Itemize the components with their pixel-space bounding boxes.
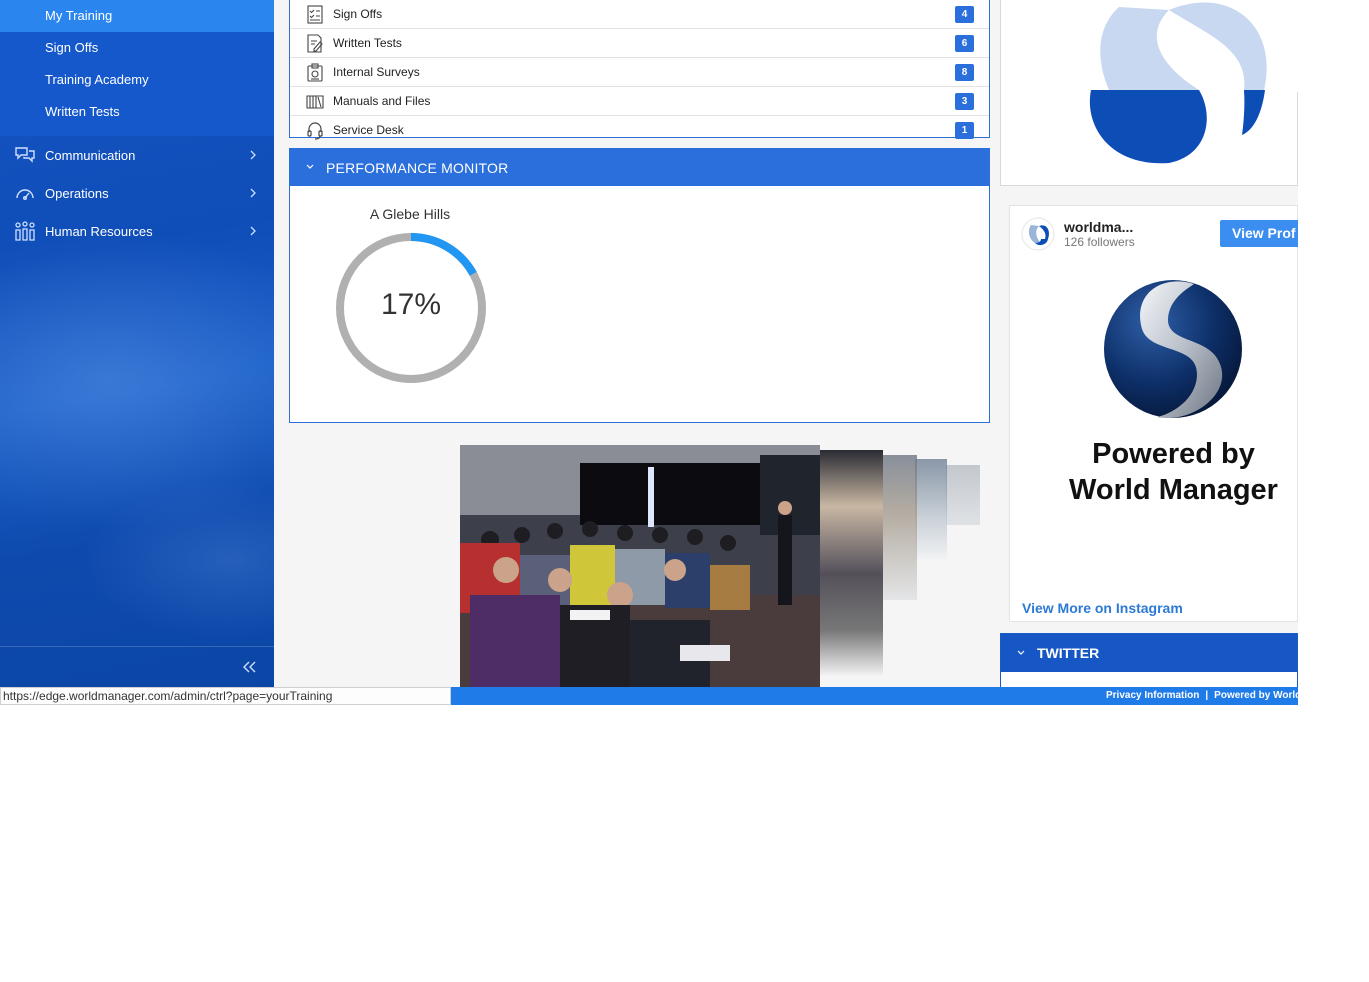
app-window: My Training Sign Offs Training Academy W… bbox=[0, 0, 1298, 705]
clipboard-icon bbox=[307, 63, 323, 82]
gauge-value: 17% bbox=[380, 288, 442, 321]
privacy-link[interactable]: Privacy Information bbox=[1106, 690, 1199, 701]
chevron-right-icon bbox=[250, 150, 256, 160]
footer: Privacy Information | Powered by World M bbox=[451, 687, 1298, 705]
books-icon bbox=[306, 95, 324, 109]
chat-bubbles-icon bbox=[15, 147, 35, 163]
double-chevron-left-icon[interactable] bbox=[240, 659, 258, 675]
speedometer-icon bbox=[16, 189, 34, 200]
performance-monitor-panel: PERFORMANCE MONITOR A Glebe Hills 17% bbox=[289, 148, 990, 423]
powered-line-2: World Manager bbox=[1069, 474, 1278, 506]
sidebar-item-label: Human Resources bbox=[45, 223, 153, 239]
sidebar-item-sign-offs[interactable]: Sign Offs bbox=[0, 32, 274, 64]
count-badge: 3 bbox=[955, 93, 974, 110]
view-profile-button[interactable]: View Prof bbox=[1220, 220, 1298, 247]
link-label: Manuals and Files bbox=[333, 94, 431, 108]
follower-count: 126 followers bbox=[1064, 235, 1135, 249]
sidebar-item-written-tests[interactable]: Written Tests bbox=[0, 96, 274, 128]
count-badge: 6 bbox=[955, 35, 974, 52]
view-more-instagram-link[interactable]: View More on Instagram bbox=[1022, 600, 1183, 616]
link-row-internal-surveys[interactable]: Internal Surveys 8 bbox=[290, 58, 989, 87]
link-label: Internal Surveys bbox=[333, 65, 420, 79]
count-badge: 1 bbox=[955, 122, 974, 139]
checklist-icon bbox=[307, 5, 323, 24]
powered-line-1: Powered by bbox=[1092, 438, 1255, 470]
count-badge: 4 bbox=[955, 6, 974, 23]
carousel-thumb bbox=[883, 455, 917, 600]
link-row-written-tests[interactable]: Written Tests 6 bbox=[290, 29, 989, 58]
sidebar: My Training Sign Offs Training Academy W… bbox=[0, 0, 274, 705]
headset-icon bbox=[307, 122, 323, 140]
sidebar-item-human-resources[interactable]: Human Resources bbox=[0, 212, 274, 250]
link-row-sign-offs[interactable]: Sign Offs 4 bbox=[290, 0, 989, 29]
browser-status-url: https://edge.worldmanager.com/admin/ctrl… bbox=[0, 687, 451, 705]
performance-monitor-header[interactable]: PERFORMANCE MONITOR bbox=[290, 149, 989, 186]
store-name: A Glebe Hills bbox=[369, 206, 451, 222]
count-badge: 8 bbox=[955, 64, 974, 81]
link-label: Service Desk bbox=[333, 123, 404, 137]
link-label: Written Tests bbox=[333, 36, 402, 50]
chevron-down-icon bbox=[306, 164, 314, 169]
brand-logo-card bbox=[1000, 0, 1298, 186]
sidebar-item-operations[interactable]: Operations bbox=[0, 174, 274, 212]
powered-by-link[interactable]: Powered by World M bbox=[1214, 690, 1298, 701]
sidebar-item-label: Operations bbox=[45, 185, 109, 201]
sidebar-item-training-academy[interactable]: Training Academy bbox=[0, 64, 274, 96]
sidebar-collapse-bar bbox=[0, 646, 274, 687]
twitter-header[interactable]: TWITTER bbox=[1001, 634, 1297, 672]
carousel-thumb bbox=[915, 459, 947, 559]
panel-title: TWITTER bbox=[1037, 645, 1100, 661]
carousel-thumb bbox=[946, 465, 980, 525]
sidebar-item-label: Communication bbox=[45, 147, 136, 163]
pencil-document-icon bbox=[307, 34, 323, 53]
link-row-service-desk[interactable]: Service Desk 1 bbox=[290, 116, 989, 145]
link-row-manuals-and-files[interactable]: Manuals and Files 3 bbox=[290, 87, 989, 116]
instagram-username[interactable]: worldma... bbox=[1064, 219, 1133, 235]
chevron-down-icon bbox=[1017, 650, 1025, 655]
photo-carousel[interactable] bbox=[460, 445, 980, 687]
powered-by-text: Powered by World Manager bbox=[1010, 436, 1298, 508]
twitter-panel: TWITTER bbox=[1000, 633, 1298, 693]
training-submenu: My Training Sign Offs Training Academy W… bbox=[0, 0, 274, 136]
chevron-right-icon bbox=[250, 188, 256, 198]
footer-separator: | bbox=[1205, 690, 1209, 701]
link-label: Sign Offs bbox=[333, 7, 383, 21]
seminar-photo bbox=[460, 445, 820, 687]
world-manager-logo bbox=[1049, 0, 1298, 164]
people-icon bbox=[15, 221, 35, 241]
instagram-card: worldma... 126 followers View Prof Power… bbox=[1009, 205, 1298, 622]
avatar[interactable] bbox=[1021, 217, 1055, 251]
sidebar-item-communication[interactable]: Communication bbox=[0, 136, 274, 174]
carousel-thumb bbox=[820, 450, 883, 675]
world-manager-sphere-logo bbox=[1104, 280, 1242, 419]
sidebar-item-my-training[interactable]: My Training bbox=[0, 0, 274, 32]
quick-links-panel: Sign Offs 4 Written Tests 6 Internal Sur… bbox=[289, 0, 990, 140]
chevron-right-icon bbox=[250, 226, 256, 236]
panel-title: PERFORMANCE MONITOR bbox=[326, 160, 509, 176]
